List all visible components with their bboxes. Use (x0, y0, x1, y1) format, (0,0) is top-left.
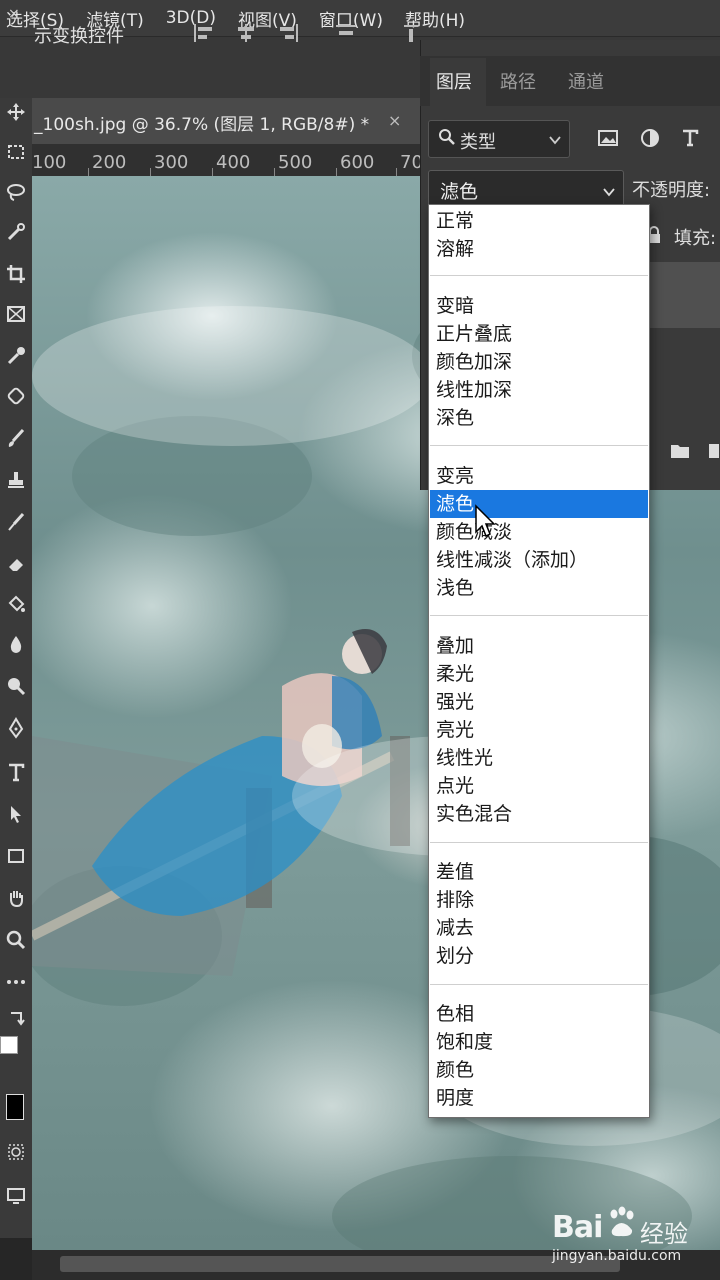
blend-option-hard-light[interactable]: 强光 (430, 688, 648, 716)
new-layer-icon[interactable] (708, 442, 720, 460)
paint-bucket-tool-icon[interactable] (2, 590, 30, 618)
crop-tool-icon[interactable] (2, 260, 30, 288)
blend-option-multiply[interactable]: 正片叠底 (430, 320, 648, 348)
stamp-tool-icon[interactable] (2, 466, 30, 494)
tab-channels[interactable]: 通道 (568, 68, 604, 94)
blend-option-luminosity[interactable]: 明度 (430, 1084, 648, 1112)
blend-option-linear-burn[interactable]: 线性加深 (430, 376, 648, 404)
blend-option-soft-light[interactable]: 柔光 (430, 660, 648, 688)
eyedropper-tool-icon[interactable] (2, 342, 30, 370)
blend-option-linear-dodge[interactable]: 线性减淡（添加） (430, 546, 648, 574)
blend-option-darken[interactable]: 变暗 (430, 292, 648, 320)
more-tools-icon[interactable] (2, 968, 30, 996)
blend-option-subtract[interactable]: 减去 (430, 914, 648, 942)
blend-option-normal[interactable]: 正常 (430, 207, 648, 235)
blend-option-hue[interactable]: 色相 (430, 1000, 648, 1028)
layer-row[interactable] (648, 262, 720, 328)
marquee-tool-icon[interactable] (2, 138, 30, 166)
blend-option-linear-light[interactable]: 线性光 (430, 744, 648, 772)
image-icon[interactable] (596, 126, 620, 150)
align-right-icon[interactable] (276, 22, 300, 44)
show-transform-controls-label[interactable]: 示变换控件 (34, 22, 124, 48)
horizontal-scrollbar-thumb[interactable] (60, 1256, 620, 1272)
blend-option-dissolve[interactable]: 溶解 (430, 235, 648, 263)
blend-option-screen[interactable]: 滤色 (430, 490, 648, 518)
tab-layers[interactable]: 图层 (436, 68, 472, 94)
zoom-tool-icon[interactable] (2, 926, 30, 954)
watermark-url: jingyan.baidu.com (552, 1248, 682, 1264)
blend-option-darker-color[interactable]: 深色 (430, 404, 648, 432)
blend-option-vivid-light[interactable]: 亮光 (430, 716, 648, 744)
blend-mode-value: 滤色 (440, 181, 479, 203)
blend-option-divide[interactable]: 划分 (430, 942, 648, 970)
folder-icon[interactable] (670, 442, 690, 460)
tools-panel (0, 98, 33, 1238)
dodge-tool-icon[interactable] (2, 672, 30, 700)
blend-option-lighten[interactable]: 变亮 (430, 462, 648, 490)
lasso-tool-icon[interactable] (2, 178, 30, 206)
ruler-mark: 600 (340, 152, 375, 173)
watermark-brand-text: 经验 (640, 1220, 688, 1248)
options-close-icon[interactable]: × (8, 6, 20, 22)
mouse-cursor-icon (474, 504, 496, 540)
blend-option-hard-mix[interactable]: 实色混合 (430, 800, 648, 828)
blend-option-saturation[interactable]: 饱和度 (430, 1028, 648, 1056)
brush-tool-icon[interactable] (2, 424, 30, 452)
blend-option-lighter-color[interactable]: 浅色 (430, 574, 648, 602)
foreground-color-swatch[interactable] (0, 1036, 18, 1054)
quick-select-tool-icon[interactable] (2, 218, 30, 246)
blend-option-overlay[interactable]: 叠加 (430, 632, 648, 660)
hand-tool-icon[interactable] (2, 884, 30, 912)
blend-option-color[interactable]: 颜色 (430, 1056, 648, 1084)
chevron-down-icon (602, 183, 616, 197)
ruler-mark: 400 (216, 152, 251, 173)
blend-option-color-burn[interactable]: 颜色加深 (430, 348, 648, 376)
pen-tool-icon[interactable] (2, 714, 30, 742)
move-tool-icon[interactable] (2, 98, 30, 126)
document-close-icon[interactable]: × (388, 111, 401, 130)
blur-tool-icon[interactable] (2, 630, 30, 658)
ruler-mark: 500 (278, 152, 313, 173)
chevron-down-icon (548, 131, 562, 145)
layer-filter-label: 类型 (460, 132, 496, 153)
opacity-label: 不透明度: (632, 180, 711, 201)
screen-mode-icon[interactable] (2, 1182, 30, 1210)
healing-brush-tool-icon[interactable] (2, 382, 30, 410)
paw-icon (606, 1206, 636, 1240)
rectangle-tool-icon[interactable] (2, 842, 30, 870)
fill-label: 填充: (674, 228, 717, 249)
blend-option-difference[interactable]: 差值 (430, 858, 648, 886)
horizontal-ruler: 100 200 300 400 500 600 70 (32, 144, 420, 177)
quick-mask-icon[interactable] (2, 1138, 30, 1166)
blend-option-color-dodge[interactable]: 颜色减淡 (430, 518, 648, 546)
ruler-mark: 200 (92, 152, 127, 173)
eraser-tool-icon[interactable] (2, 550, 30, 578)
document-title: _100sh.jpg @ 36.7% (图层 1, RGB/8#) * (34, 115, 370, 135)
ruler-mark: 70 (400, 152, 420, 173)
tab-paths[interactable]: 路径 (500, 68, 536, 94)
align-top-icon[interactable] (334, 22, 358, 44)
frame-tool-icon[interactable] (2, 300, 30, 328)
search-icon (438, 128, 456, 146)
ruler-mark: 300 (154, 152, 189, 173)
blend-option-exclusion[interactable]: 排除 (430, 886, 648, 914)
watermark-logo: Bai (552, 1210, 603, 1245)
history-brush-tool-icon[interactable] (2, 508, 30, 536)
type-tool-icon[interactable] (2, 758, 30, 786)
background-color-swatch[interactable] (6, 1094, 24, 1120)
blend-option-pin-light[interactable]: 点光 (430, 772, 648, 800)
text-icon[interactable] (678, 126, 702, 150)
align-center-icon[interactable] (234, 22, 258, 44)
align-left-icon[interactable] (192, 22, 216, 44)
adjustment-icon[interactable] (638, 126, 662, 150)
ruler-mark: 100 (32, 152, 67, 173)
swap-colors-icon[interactable] (2, 1004, 30, 1032)
path-select-tool-icon[interactable] (2, 800, 30, 828)
